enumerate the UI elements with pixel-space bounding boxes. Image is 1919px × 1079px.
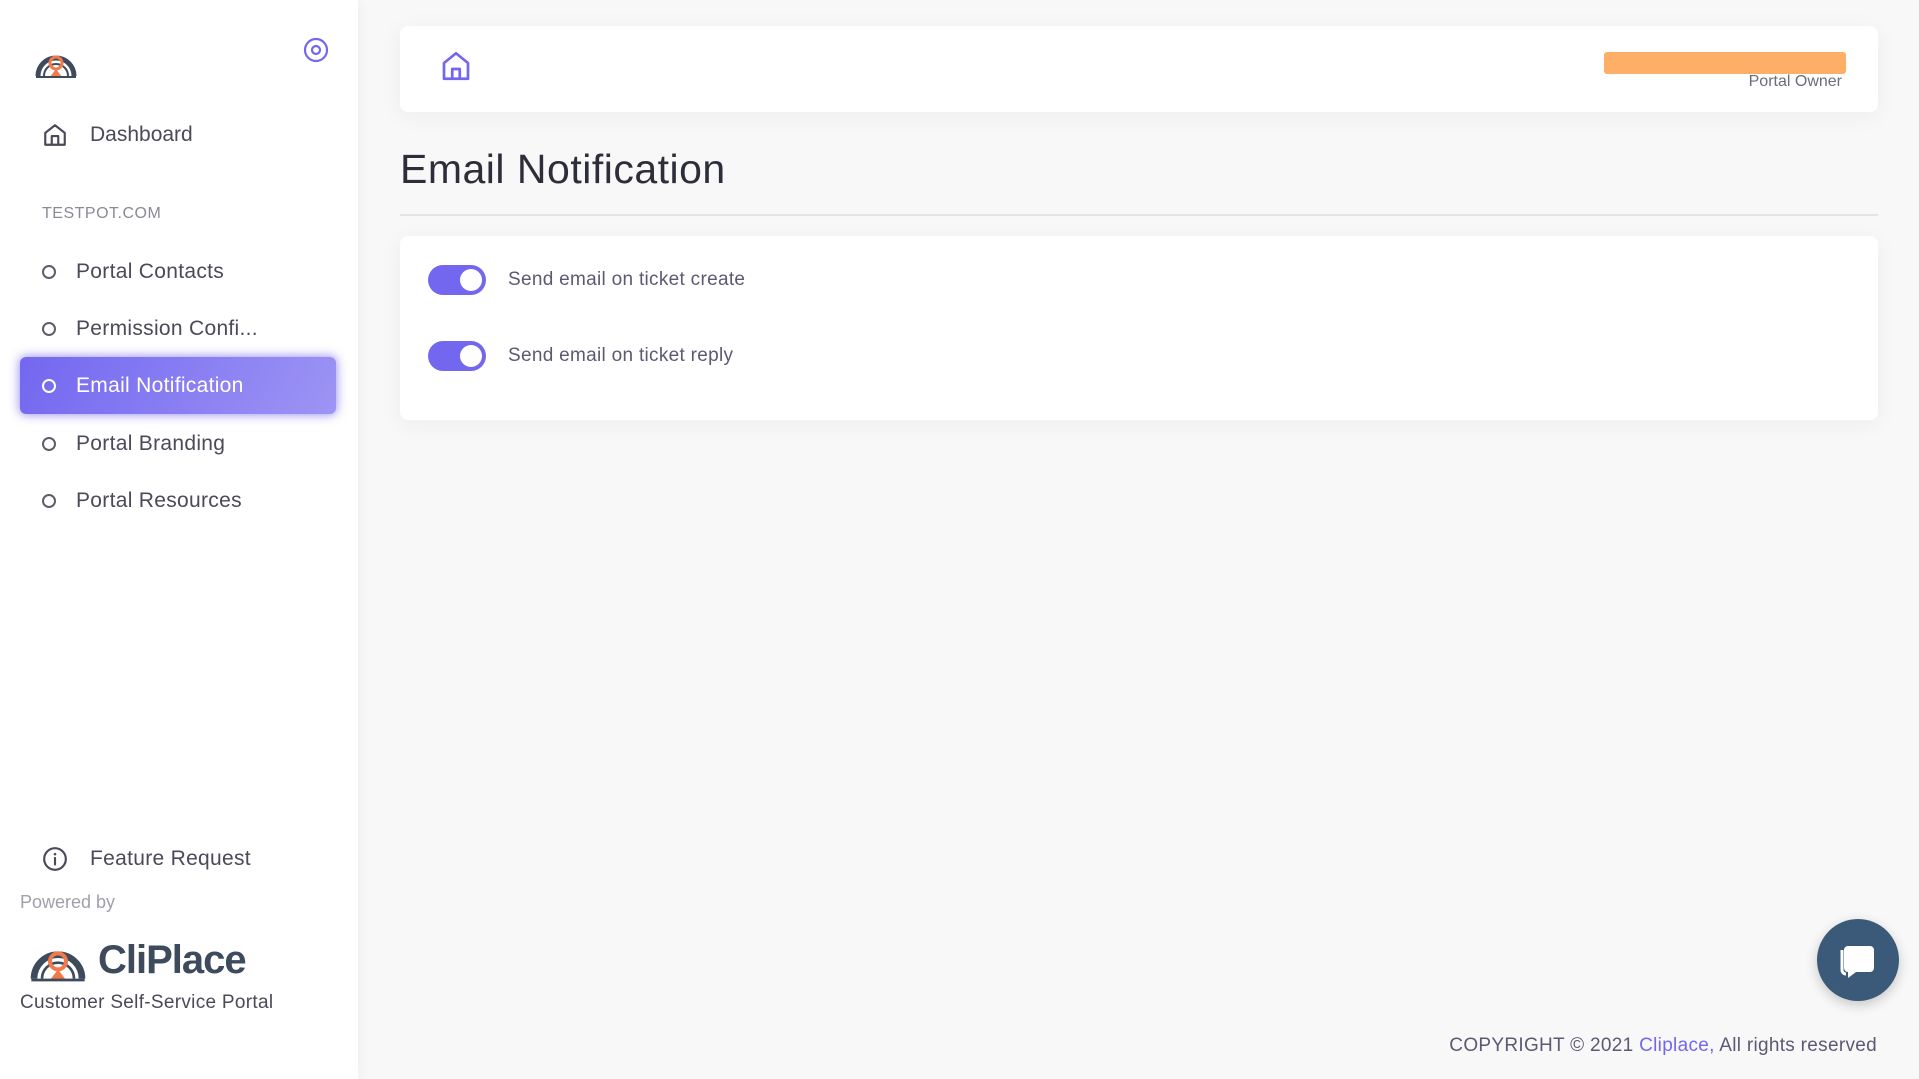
copyright-text: COPYRIGHT © 2021 <box>1449 1035 1634 1056</box>
powered-by-text: Powered by <box>20 892 116 912</box>
sidebar-item-feature-request[interactable]: Feature Request <box>20 838 336 880</box>
sidebar-item-permission-config[interactable]: Permission Confi... <box>20 300 336 357</box>
toggle-knob <box>460 345 482 367</box>
circle-icon <box>42 321 56 336</box>
home-icon <box>44 124 66 146</box>
sidebar-item-label: Portal Branding <box>76 431 226 455</box>
divider <box>400 214 1878 216</box>
info-icon <box>43 847 67 871</box>
sidebar-item-email-notification[interactable]: Email Notification <box>20 357 336 414</box>
rights-text: All rights reserved <box>1719 1035 1877 1056</box>
home-button[interactable] <box>438 48 474 84</box>
sidebar-item-portal-resources[interactable]: Portal Resources <box>20 472 336 529</box>
cliplace-logo-icon <box>30 951 86 982</box>
top-navbar: Portal Owner <box>400 26 1878 112</box>
circle-icon <box>42 436 56 451</box>
chat-bubble-icon <box>1840 946 1874 978</box>
target-circle-icon <box>303 37 329 63</box>
toggle-row-ticket-create: Send email on ticket create <box>428 265 745 295</box>
page-title: Email Notification <box>400 146 726 192</box>
chat-widget-button[interactable] <box>1817 919 1899 1001</box>
sidebar-item-label: Permission Confi... <box>76 316 258 340</box>
toggle-label: Send email on ticket create <box>508 269 746 290</box>
sidebar: Dashboard TESTPOT.COM Portal Contacts Pe… <box>0 0 358 1079</box>
sidebar-section-header: TESTPOT.COM <box>42 205 162 222</box>
cliplace-logo: CliPlace <box>26 936 247 984</box>
brand-logo-icon[interactable] <box>34 44 78 80</box>
tagline: Customer Self-Service Portal <box>20 992 274 1013</box>
circle-icon <box>42 378 56 393</box>
email-notification-card: Send email on ticket create Send email o… <box>400 236 1878 420</box>
sidebar-item-portal-branding[interactable]: Portal Branding <box>20 415 336 472</box>
toggle-row-ticket-reply: Send email on ticket reply <box>428 341 733 371</box>
toggle-knob <box>460 269 482 291</box>
footer: COPYRIGHT © 2021 Cliplace, All rights re… <box>1449 1035 1877 1057</box>
sidebar-collapse-toggle[interactable] <box>302 36 330 64</box>
toggle-label: Send email on ticket reply <box>508 345 734 366</box>
circle-icon <box>42 493 56 508</box>
sidebar-item-dashboard[interactable]: Dashboard <box>20 114 336 156</box>
home-icon <box>442 51 470 81</box>
sidebar-item-label: Portal Contacts <box>76 259 225 283</box>
user-name-redacted[interactable] <box>1604 52 1846 74</box>
sidebar-item-label: Feature Request <box>90 847 251 870</box>
circle-icon <box>42 264 56 279</box>
sidebar-item-portal-contacts[interactable]: Portal Contacts <box>20 243 336 300</box>
ticket-create-toggle[interactable] <box>428 265 486 295</box>
user-role: Portal Owner <box>1748 73 1842 90</box>
sidebar-item-label: Portal Resources <box>76 488 242 512</box>
cliplace-wordmark: CliPlace <box>98 937 247 982</box>
cliplace-link[interactable]: Cliplace, <box>1639 1035 1715 1056</box>
ticket-reply-toggle[interactable] <box>428 341 486 371</box>
sidebar-item-label: Email Notification <box>76 373 244 397</box>
sidebar-item-label: Dashboard <box>90 123 193 146</box>
